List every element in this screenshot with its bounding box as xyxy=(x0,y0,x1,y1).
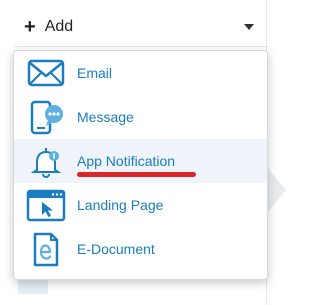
menu-item-message[interactable]: Message xyxy=(14,95,267,139)
menu-item-email[interactable]: Email xyxy=(14,51,267,95)
browser-window-icon xyxy=(26,187,66,223)
bell-notification-icon xyxy=(26,143,66,179)
mobile-message-icon xyxy=(26,99,66,135)
menu-item-email-label: Email xyxy=(77,65,113,81)
menu-item-e-document[interactable]: E-Document xyxy=(14,227,267,271)
plus-icon: + xyxy=(24,16,36,38)
e-document-icon xyxy=(26,231,66,267)
menu-item-message-label: Message xyxy=(77,109,134,125)
menu-item-landing-page-label: Landing Page xyxy=(77,197,164,213)
caret-down-icon xyxy=(244,24,254,30)
highlight-underline xyxy=(77,172,196,177)
menu-item-e-document-label: E-Document xyxy=(77,241,155,257)
menu-item-app-notification[interactable]: App Notification xyxy=(14,139,267,183)
add-dropdown-button[interactable]: + Add xyxy=(14,10,268,44)
add-button-label: Add xyxy=(44,18,74,35)
menu-item-landing-page[interactable]: Landing Page xyxy=(14,183,267,227)
panel-arrow xyxy=(266,166,286,214)
envelope-icon xyxy=(26,55,66,91)
add-button-divider xyxy=(14,46,268,47)
menu-item-app-notification-label: App Notification xyxy=(77,153,176,169)
add-dropdown-menu: Email Message App Notification Landing P… xyxy=(13,50,268,280)
